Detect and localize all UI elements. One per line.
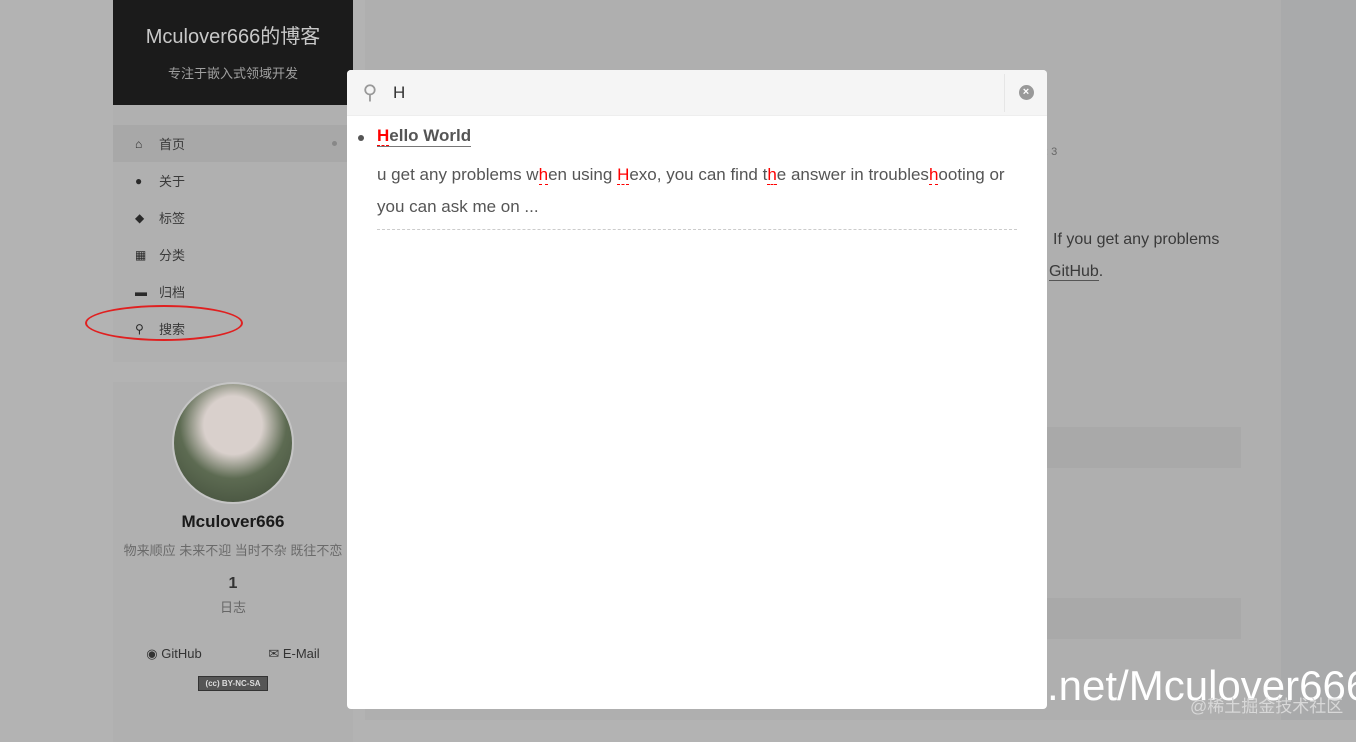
search-bar: ⚲ × — [347, 70, 1047, 116]
author-name: Mculover666 — [181, 512, 285, 531]
github-link[interactable]: ◉ GitHub — [146, 646, 201, 662]
excerpt-text: e answer in troubles — [776, 165, 929, 184]
title-text: ello World — [389, 126, 472, 145]
active-dot — [332, 141, 337, 146]
grid-icon: ▦ — [135, 247, 147, 262]
excerpt-text: en using — [548, 165, 618, 184]
site-title[interactable]: Mculover666的博客 — [113, 0, 353, 49]
social-links: ◉ GitHub ✉ E-Mail — [113, 646, 353, 662]
watermark-secondary: @稀土掘金技术社区 — [1190, 697, 1344, 716]
post-text: If you get any problems — [1053, 231, 1220, 248]
highlight: h — [538, 165, 549, 185]
highlight: H — [617, 165, 630, 185]
email-label: E-Mail — [282, 646, 320, 661]
search-input[interactable] — [393, 82, 1004, 103]
menu-item-categories[interactable]: ▦ 分类 — [113, 236, 353, 273]
posts-count[interactable]: 1 — [113, 575, 353, 593]
highlight: H — [377, 126, 390, 146]
home-icon: ⌂ — [135, 136, 143, 151]
sidebar: Mculover666的博客 专注于嵌入式领域开发 ⌂ 首页 ● 关于 ◆ 标签 ▦ 分… — [85, 0, 353, 742]
search-popup: ⚲ × Hello World u get any problems when … — [347, 70, 1047, 709]
menu-item-about[interactable]: ● 关于 — [113, 162, 353, 199]
close-button[interactable]: × — [1004, 73, 1047, 112]
menu-item-tags[interactable]: ◆ 标签 — [113, 199, 353, 236]
punct: . — [1098, 263, 1104, 280]
archive-icon: ▬ — [135, 284, 147, 299]
tags-icon: ◆ — [135, 210, 145, 225]
search-results: Hello World u get any problems when usin… — [347, 116, 1047, 230]
posts-label[interactable]: 日志 — [113, 597, 353, 616]
menu-label: 首页 — [159, 137, 186, 152]
excerpt-text: exo, you can find t — [629, 165, 768, 184]
author-motto: 物来顺应 未来不迎 当时不杂 既往不恋 — [123, 543, 343, 558]
post-block — [1047, 598, 1241, 639]
result-excerpt: u get any problems when using Hexo, you … — [377, 159, 1017, 230]
license-badge[interactable]: (cc) BY-NC-SA — [198, 676, 268, 691]
highlight: h — [767, 165, 777, 185]
annotation-circle — [85, 305, 243, 341]
menu-label: 归档 — [159, 285, 186, 300]
site-brand[interactable]: Mculover666的博客 专注于嵌入式领域开发 — [113, 0, 353, 105]
highlight: h — [928, 165, 939, 185]
user-icon: ● — [135, 173, 143, 188]
envelope-icon: ✉ — [268, 646, 283, 661]
excerpt-text: u get any problems w — [377, 165, 539, 184]
menu-label: 关于 — [159, 174, 186, 189]
avatar — [172, 382, 294, 504]
menu-label: 分类 — [159, 248, 186, 263]
page-background — [1281, 0, 1356, 720]
result-title-link[interactable]: Hello World — [357, 126, 472, 147]
github-icon: ◉ — [146, 646, 162, 661]
menu-label: 标签 — [159, 211, 186, 226]
email-link[interactable]: ✉ E-Mail — [268, 646, 319, 662]
search-icon: ⚲ — [362, 82, 378, 104]
post-block — [1047, 427, 1241, 468]
github-link[interactable]: GitHub — [1049, 263, 1099, 281]
close-icon: × — [1018, 85, 1034, 100]
menu-item-home[interactable]: ⌂ 首页 — [113, 125, 353, 162]
author-profile: Mculover666 物来顺应 未来不迎 当时不杂 既往不恋 1 日志 ◉ G… — [113, 382, 353, 742]
post-link-line: GitHub. — [1049, 263, 1103, 281]
github-label: GitHub — [161, 646, 202, 661]
site-subtitle: 专注于嵌入式领域开发 — [167, 66, 298, 81]
